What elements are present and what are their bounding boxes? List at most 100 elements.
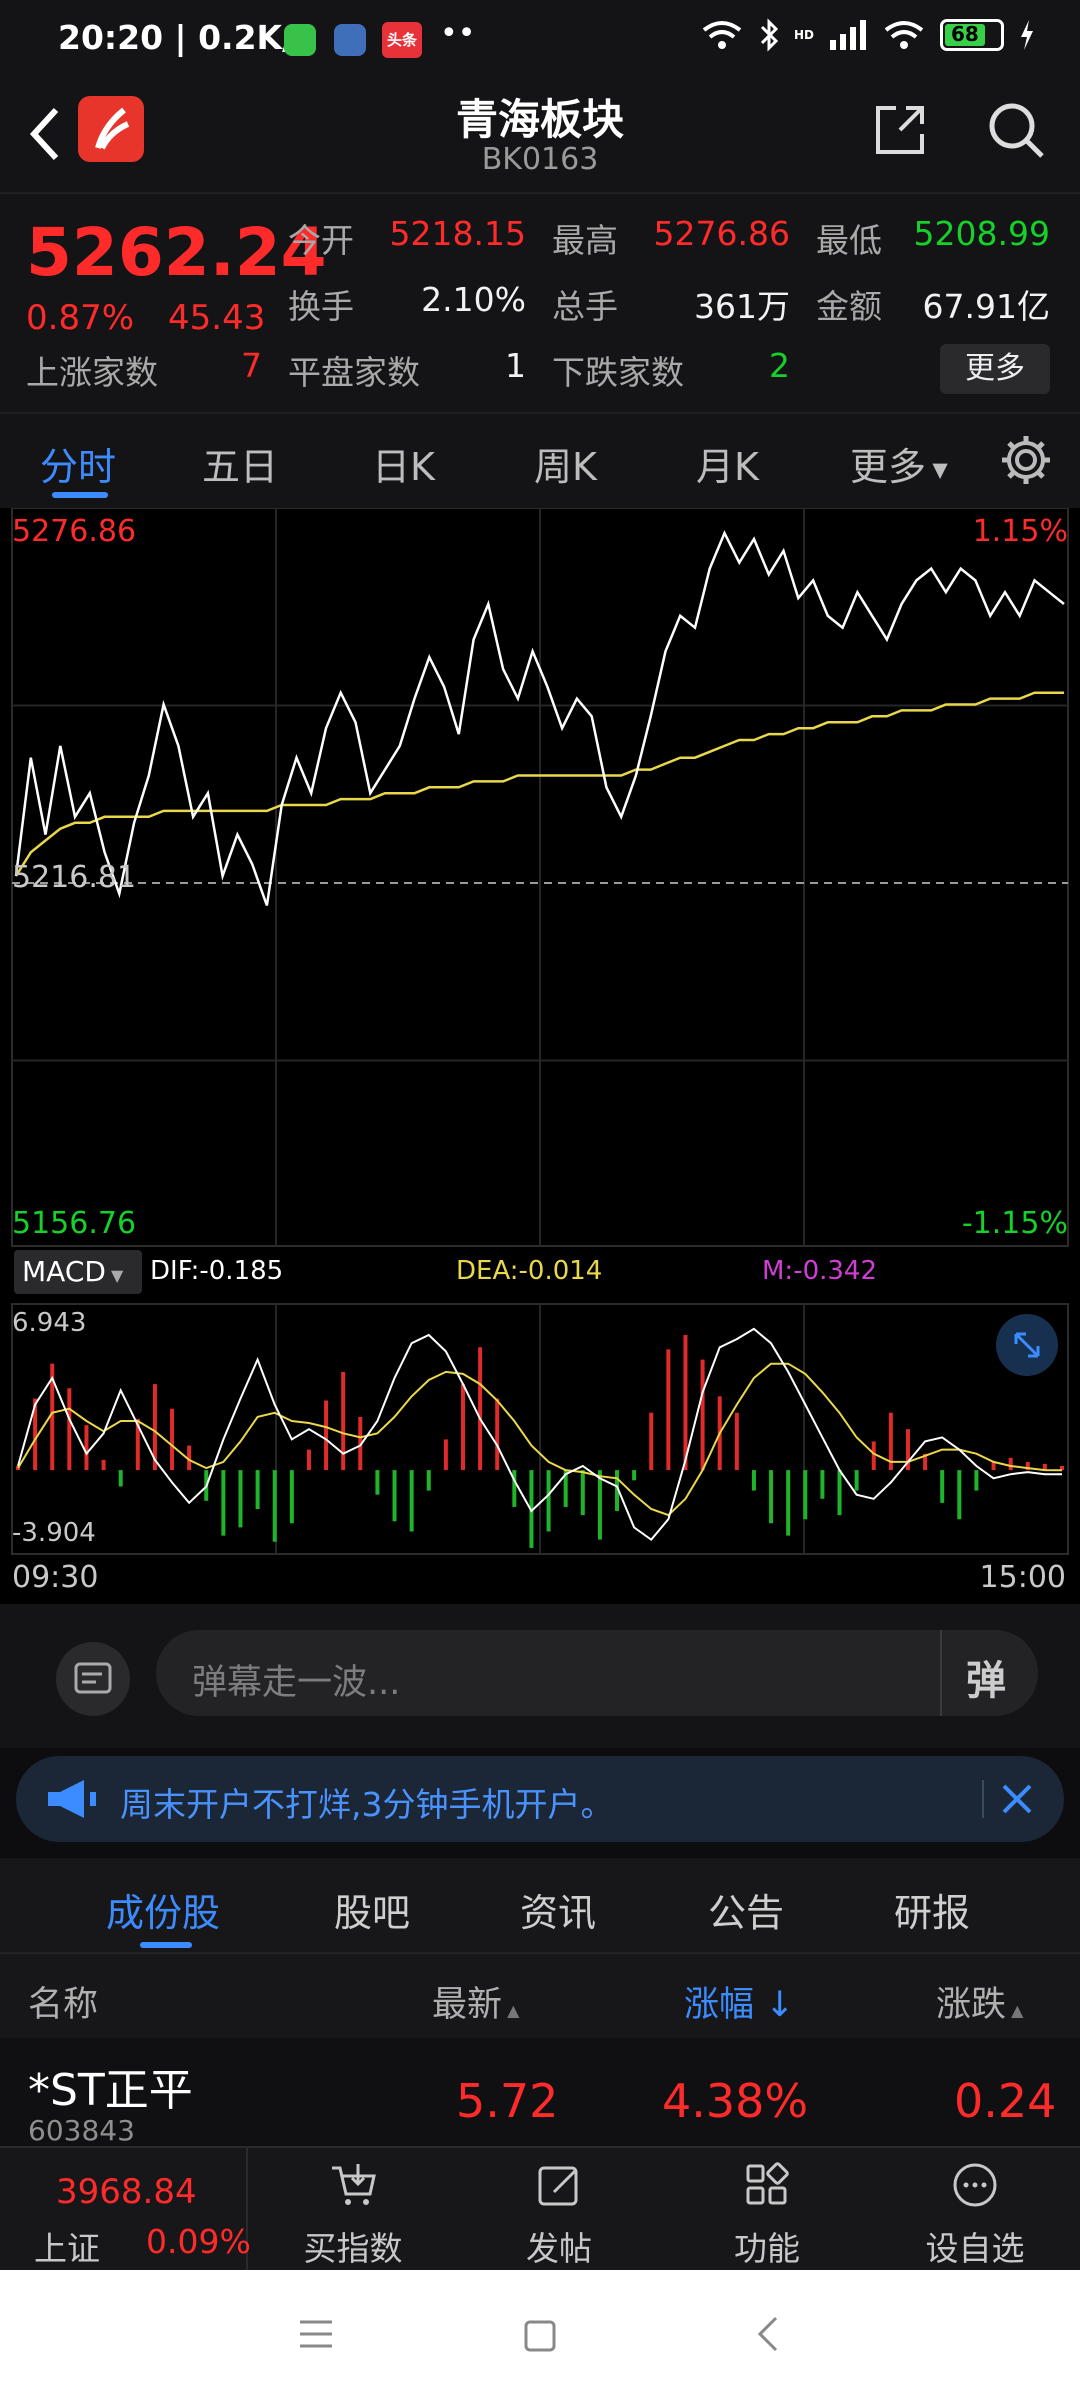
search-icon[interactable] [984,98,1048,162]
wifi-icon [702,21,742,49]
system-nav-bar [0,2270,1080,2400]
table-row[interactable]: *ST正平 603843 5.72 4.38% 0.24 [0,2038,1080,2147]
price-axis-top: 5276.86 [12,514,137,549]
edit-icon [538,2166,578,2206]
danmu-placeholder: 弹幕走一波... [192,1663,401,1703]
turnover-label: 换手 [288,287,354,326]
tab-announcements[interactable]: 公告 [708,1882,784,1937]
expand-icon [1014,1332,1040,1358]
price-axis-bottom: 5156.76 [12,1206,137,1241]
col-latest-label: 最新 [432,1985,503,2025]
more-dots-icon: •• [440,16,476,51]
col-latest[interactable]: 最新 ▲ [432,1976,519,2027]
grid-icon [746,2162,789,2205]
macd-label: MACD [22,1255,106,1288]
bluetooth-icon [760,18,779,52]
dropdown-caret-icon: ▼ [926,457,948,482]
change-amount: 45.43 [168,298,266,338]
amount-value: 67.91亿 [922,287,1050,326]
sub-tab-active-indicator [140,1942,192,1948]
col-name: 名称 [28,1985,99,2025]
macd-selector[interactable]: MACD ▼ [14,1250,142,1294]
tab-forum[interactable]: 股吧 [334,1882,410,1937]
col-pct-label: 涨幅 [684,1985,755,2025]
expand-chart-button[interactable] [996,1314,1058,1376]
index-pct: 0.09% [146,2222,251,2261]
col-chg-label: 涨跌 [936,1985,1007,2025]
amount-label: 金额 [816,287,882,326]
up-count-label: 上涨家数 [26,353,158,392]
time-axis: 09:30 15:00 [0,1556,1080,1604]
col-chg[interactable]: 涨跌 ▲ [936,1976,1023,2027]
tab-intraday[interactable]: 分时 [40,436,116,491]
gear-icon[interactable] [998,432,1054,488]
stock-chg: 0.24 [954,2074,1057,2128]
nav-functions[interactable]: 功能 [672,2148,862,2272]
ad-text: 周末开户不打烊,3分钟手机开户。 [120,1785,614,1824]
low-value: 5208.99 [913,214,1050,253]
cart-icon [332,2164,376,2205]
danmu-settings-button[interactable] [56,1642,130,1716]
macd-dif: DIF:-0.185 [150,1256,284,1286]
time-end: 15:00 [979,1560,1066,1595]
signal-icon [830,20,866,50]
stock-pct: 4.38% [662,2074,809,2128]
charging-icon [1021,20,1033,50]
megaphone-icon [48,1780,96,1818]
open-value: 5218.15 [389,214,526,253]
tab-more[interactable]: 更多 ▼ [850,436,948,491]
chart-area: 5276.86 5216.81 5156.76 1.15% -1.15% MAC… [0,508,1080,1604]
nav-add-watchlist[interactable]: 设自选 [880,2148,1070,2272]
tab-five-day[interactable]: 五日 [202,436,278,491]
nav-buy-index[interactable]: 买指数 [258,2148,448,2272]
tab-daily-k[interactable]: 日K [372,436,435,491]
flat-count-value: 1 [505,346,526,385]
up-count-value: 7 [241,346,262,385]
intraday-chart[interactable] [0,508,1080,1604]
more-quote-button[interactable]: 更多 [940,344,1050,394]
col-pct[interactable]: 涨幅 ↓ [684,1976,794,2027]
stock-name: *ST正平 [28,2065,193,2116]
table-header: 名称 最新 ▲ 涨幅 ↓ 涨跌 ▲ [0,1952,1080,2038]
danmu-toggle-button[interactable]: 弹 [940,1630,1038,1716]
battery-level: 68 [951,22,979,46]
tab-more-label: 更多 [850,445,927,489]
back-nav-icon[interactable] [752,2314,784,2354]
tab-news[interactable]: 资讯 [520,1882,596,1937]
tab-active-indicator [52,492,108,498]
wechat-icon [284,24,316,56]
content-tabs: 成份股 股吧 资讯 公告 研报 [0,1858,1080,1952]
nav-post-label: 发帖 [526,2229,592,2268]
bottom-nav: 3968.84 上证 0.09% 买指数 发帖 功能 设自选 [0,2146,1080,2272]
sort-icon: ▲ [502,2001,520,2020]
nav-post[interactable]: 发帖 [464,2148,654,2272]
macd-caret-icon: ▼ [105,1266,124,1285]
volume-label: 总手 [552,287,618,326]
sort-icon: ▲ [1006,2001,1024,2020]
battery-icon: 68 [940,19,1004,51]
macd-max: 6.943 [12,1308,87,1338]
down-count-value: 2 [769,346,790,385]
pct-axis-top: 1.15% [972,514,1068,549]
stock-code: 603843 [28,2114,135,2147]
tab-weekly-k[interactable]: 周K [534,436,597,491]
share-icon[interactable] [870,100,930,160]
index-name: 上证 [34,2229,100,2268]
tab-research[interactable]: 研报 [894,1882,970,1937]
more-circle-icon [953,2163,997,2207]
home-icon[interactable] [520,2316,560,2356]
tab-constituents[interactable]: 成份股 [106,1882,220,1937]
ad-banner[interactable]: 周末开户不打烊,3分钟手机开户。 [16,1756,1064,1842]
market-index-widget[interactable]: 3968.84 上证 0.09% [0,2148,251,2272]
close-icon[interactable] [1000,1782,1034,1816]
current-price: 5262.24 [26,214,327,291]
hd-label: HD [793,28,814,42]
nav-add-watchlist-label: 设自选 [925,2229,1025,2268]
tab-monthly-k[interactable]: 月K [696,436,759,491]
down-count-label: 下跌家数 [552,353,684,392]
macd-m: M:-0.342 [762,1256,878,1286]
menu-icon[interactable] [296,2316,336,2352]
quote-panel: 5262.24 0.87% 45.43 今开 5218.15 最高 5276.8… [0,192,1080,412]
low-label: 最低 [816,221,882,260]
status-time: 20:20 | 0.2K/s [58,18,314,57]
